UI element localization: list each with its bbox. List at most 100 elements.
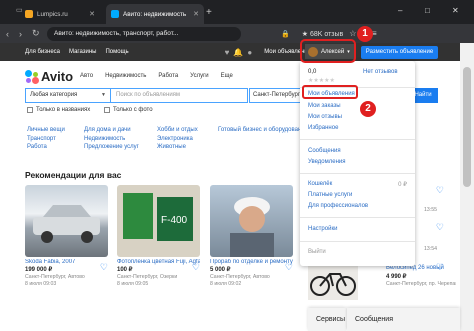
divider xyxy=(300,173,415,174)
checkbox-label: Только в названиях xyxy=(36,107,91,113)
forward-icon[interactable]: › xyxy=(19,29,26,39)
category-link[interactable]: Электроника xyxy=(157,135,198,144)
ad-title[interactable]: Skoda Fabia, 2007 xyxy=(25,259,108,265)
wallet-balance: 0 ₽ xyxy=(398,182,407,188)
checkbox-box[interactable] xyxy=(104,107,110,113)
menu-item-messages[interactable]: Сообщения xyxy=(308,148,341,154)
shops-link[interactable]: Магазины xyxy=(69,49,96,55)
url-field[interactable]: Авито: недвижимость, транспорт, работ... xyxy=(47,26,241,41)
bookmark-icon[interactable]: ☆ xyxy=(349,29,356,38)
category-column: Для дома и дачи Недвижимость Предложение… xyxy=(84,126,139,152)
tab-avito[interactable]: Авито: недвижимость ✕ xyxy=(106,4,204,24)
category-link[interactable]: Готовый бизнес и оборудование xyxy=(218,126,308,135)
tab-label: Авито: недвижимость xyxy=(123,10,187,18)
category-link[interactable]: Хобби и отдых xyxy=(157,126,198,135)
menu-item-favorites[interactable]: Избранное xyxy=(308,125,338,131)
menu-item-paid-services[interactable]: Платные услуги xyxy=(308,192,352,198)
category-link[interactable]: Транспорт xyxy=(27,135,65,144)
address-bar: ‹ › ↻ Авито: недвижимость, транспорт, ра… xyxy=(0,24,474,43)
ad-location: Санкт-Петербург, пр. Черепановых xyxy=(386,281,456,287)
checkbox-box[interactable] xyxy=(27,107,33,113)
nav-jobs[interactable]: Работа xyxy=(158,73,178,79)
chevron-down-icon: ▼ xyxy=(101,92,106,98)
favorite-heart-icon[interactable]: ♡ xyxy=(436,262,444,273)
checkbox-label: Только с фото xyxy=(113,107,153,113)
svg-text:F-400: F-400 xyxy=(161,215,188,226)
worker-image xyxy=(230,197,274,257)
ad-photo[interactable]: F-400 xyxy=(117,185,200,257)
menu-item-settings[interactable]: Настройки xyxy=(308,226,337,232)
lumpics-favicon-icon xyxy=(25,10,33,18)
post-ad-button[interactable]: Разместить объявление xyxy=(361,46,438,59)
rating-value: 0,0 xyxy=(308,69,317,75)
menu-item-logout[interactable]: Выйти xyxy=(308,249,326,255)
logo-text: Avito xyxy=(41,69,74,84)
favorite-heart-icon[interactable]: ♡ xyxy=(285,262,293,273)
ad-photo[interactable] xyxy=(25,185,108,257)
heart-bell-chat-icons[interactable]: ♥🔔● xyxy=(225,48,257,57)
bicycle-image xyxy=(310,273,356,296)
extension-badge[interactable]: ★ 68K отзыв xyxy=(302,30,344,38)
car-image xyxy=(33,205,100,243)
category-link[interactable]: Предложение услуг xyxy=(84,143,139,152)
category-link[interactable]: Работа xyxy=(27,143,65,152)
avito-logo[interactable]: Avito xyxy=(25,69,73,84)
nav-services[interactable]: Услуги xyxy=(190,73,208,79)
close-tab-icon[interactable]: ✕ xyxy=(89,10,95,18)
help-link[interactable]: Помощь xyxy=(105,49,128,55)
category-select[interactable]: Любая категория ▼ xyxy=(25,88,111,103)
ad-title[interactable]: Фотопленка цветная Fuji, Agfa, Kodak xyxy=(117,259,200,265)
avito-dots-icon xyxy=(25,69,39,84)
menu-item-notifications[interactable]: Уведомления xyxy=(308,159,346,165)
ad-price: 100 ₽ xyxy=(117,267,133,273)
menu-item-my-reviews[interactable]: Мои отзывы xyxy=(308,114,342,120)
only-titles-checkbox[interactable]: Только в названиях xyxy=(27,107,90,113)
ad-photo[interactable] xyxy=(210,185,293,257)
favorite-heart-icon[interactable]: ♡ xyxy=(436,222,444,233)
nav-more[interactable]: Еще xyxy=(221,73,233,79)
menu-item-professionals[interactable]: Для профессионалов xyxy=(308,203,368,209)
category-link[interactable]: Для дома и дачи xyxy=(84,126,139,135)
only-photo-checkbox[interactable]: Только с фото xyxy=(104,107,153,113)
nav-auto[interactable]: Авто xyxy=(80,73,93,79)
close-window-icon[interactable]: ✕ xyxy=(452,6,459,15)
ad-title[interactable]: Прораб по отделке и ремонту xyxy=(210,259,293,265)
favorite-heart-icon[interactable]: ♡ xyxy=(192,262,200,273)
tab-list-icon[interactable]: ▭ xyxy=(16,6,23,14)
scrollbar-thumb[interactable] xyxy=(463,67,471,187)
close-tab-icon[interactable]: ✕ xyxy=(193,10,199,18)
business-link[interactable]: Для бизнеса xyxy=(25,49,60,55)
recommendations-heading: Рекомендации для вас xyxy=(25,170,122,180)
stars-icon: ★★★★★ xyxy=(308,78,335,84)
search-input[interactable]: Поиск по объявлениям xyxy=(111,88,248,103)
category-column: Готовый бизнес и оборудование xyxy=(218,126,308,135)
tab-label: Lumpics.ru xyxy=(37,10,68,18)
bicycle-photo[interactable] xyxy=(308,262,358,300)
favorite-heart-icon[interactable]: ♡ xyxy=(436,185,444,196)
ad-card[interactable]: F-400 Фотопленка цветная Fuji, Agfa, Kod… xyxy=(117,185,200,287)
menu-item-my-orders[interactable]: Мои заказы xyxy=(308,103,341,109)
back-icon[interactable]: ‹ xyxy=(6,29,13,39)
menu-item-wallet[interactable]: Кошелёк xyxy=(308,181,332,187)
nav-realty[interactable]: Недвижимость xyxy=(105,73,146,79)
tab-lumpics[interactable]: Lumpics.ru ✕ xyxy=(20,4,100,24)
no-reviews-link[interactable]: Нет отзывов xyxy=(363,69,398,75)
ad-date: 8 июля 09:02 xyxy=(210,281,242,287)
favorite-heart-icon[interactable]: ♡ xyxy=(100,262,108,273)
category-link[interactable]: Животные xyxy=(157,143,198,152)
city-select[interactable]: Санкт-Петербург xyxy=(249,88,303,103)
scrollbar[interactable] xyxy=(460,43,474,331)
category-link[interactable]: Недвижимость xyxy=(84,135,139,144)
new-tab-button[interactable]: + xyxy=(206,7,212,18)
ad-card[interactable]: Skoda Fabia, 2007 199 000 ₽ Санкт-Петерб… xyxy=(25,185,108,287)
category-column: Хобби и отдых Электроника Животные xyxy=(157,126,198,152)
ad-date: 8 июля 09:05 xyxy=(117,281,149,287)
minimize-icon[interactable]: – xyxy=(398,6,402,15)
services-button[interactable]: Сервисы xyxy=(308,308,346,331)
maximize-icon[interactable]: □ xyxy=(425,6,430,15)
category-link[interactable]: Личные вещи xyxy=(27,126,65,135)
messages-button[interactable]: Сообщения xyxy=(347,308,460,331)
ad-card[interactable]: Прораб по отделке и ремонту 5 000 ₽ Санк… xyxy=(210,185,293,287)
step-1-badge: 1 xyxy=(357,26,373,42)
reload-icon[interactable]: ↻ xyxy=(32,28,40,39)
